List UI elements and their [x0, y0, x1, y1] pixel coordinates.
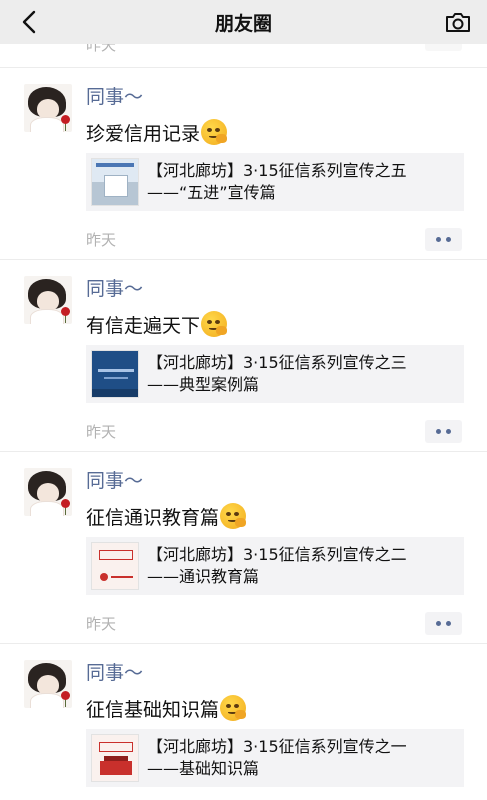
more-button[interactable] — [425, 228, 462, 251]
more-button[interactable] — [425, 44, 462, 51]
post-text-body: 有信走遍天下 — [86, 315, 201, 337]
link-title: 【河北廊坊】3·15征信系列宣传之五 ——“五进”宣传篇 — [147, 160, 457, 204]
author-name[interactable]: 同事～ — [86, 469, 143, 493]
shared-link-card[interactable]: 【河北廊坊】3·15征信系列宣传之二 ——通识教育篇 — [86, 537, 464, 595]
link-title-line-2: ——“五进”宣传篇 — [147, 183, 276, 202]
avatar[interactable] — [24, 468, 72, 516]
link-title-line-1: 【河北廊坊】3·15征信系列宣传之三 — [147, 353, 407, 372]
more-dot-icon — [446, 621, 451, 626]
link-thumbnail — [91, 734, 139, 782]
more-dot-icon — [436, 621, 441, 626]
avatar[interactable] — [24, 660, 72, 708]
author-name[interactable]: 同事～ — [86, 85, 143, 109]
author-name[interactable]: 同事～ — [86, 277, 143, 301]
link-title-line-1: 【河北廊坊】3·15征信系列宣传之五 — [147, 161, 407, 180]
link-title-line-2: ——基础知识篇 — [147, 759, 260, 778]
shared-link-card[interactable]: 【河北廊坊】3·15征信系列宣传之三 ——典型案例篇 — [86, 345, 464, 403]
post-timestamp: 昨天 — [86, 615, 117, 633]
post-text-body: 征信通识教育篇 — [86, 507, 220, 529]
more-button[interactable] — [425, 420, 462, 443]
link-thumbnail — [91, 542, 139, 590]
post-timestamp: 昨天 — [86, 231, 117, 249]
link-title: 【河北廊坊】3·15征信系列宣传之二 ——通识教育篇 — [147, 544, 457, 588]
avatar[interactable] — [24, 84, 72, 132]
post-text-body: 征信基础知识篇 — [86, 699, 220, 721]
post-text: 珍爱信用记录 — [86, 119, 228, 147]
avatar[interactable] — [24, 276, 72, 324]
moment-post: 同事～ 征信基础知识篇 【河北廊坊】3·15征信系列宣传之一 ——基础知识篇 昨… — [0, 645, 487, 800]
moment-post: 同事～ 珍爱信用记录 【河北廊坊】3·15征信系列宣传之五 ——“五进”宣传篇 … — [0, 69, 487, 260]
chevron-left-icon[interactable] — [18, 9, 44, 35]
top-nav-bar: 朋友圈 — [0, 0, 487, 44]
moment-post: 同事～ 有信走遍天下 【河北廊坊】3·15征信系列宣传之三 ——典型案例篇 昨天 — [0, 261, 487, 452]
link-title: 【河北廊坊】3·15征信系列宣传之三 ——典型案例篇 — [147, 352, 457, 396]
link-thumbnail — [91, 158, 139, 206]
more-dot-icon — [446, 237, 451, 242]
moment-post: 同事～ 征信通识教育篇 【河北廊坊】3·15征信系列宣传之二 ——通识教育篇 昨… — [0, 453, 487, 644]
link-title-line-1: 【河北廊坊】3·15征信系列宣传之一 — [147, 737, 407, 756]
page-title: 朋友圈 — [214, 12, 272, 35]
link-title: 【河北廊坊】3·15征信系列宣传之一 ——基础知识篇 — [147, 736, 457, 780]
more-dot-icon — [436, 237, 441, 242]
shared-link-card[interactable]: 【河北廊坊】3·15征信系列宣传之一 ——基础知识篇 — [86, 729, 464, 787]
thinking-face-emoji-icon — [220, 695, 247, 721]
thinking-face-emoji-icon — [220, 503, 247, 529]
shared-link-card[interactable]: 【河北廊坊】3·15征信系列宣传之五 ——“五进”宣传篇 — [86, 153, 464, 211]
post-timestamp: 昨天 — [86, 44, 117, 54]
thinking-face-emoji-icon — [201, 311, 228, 337]
camera-icon[interactable] — [444, 9, 472, 35]
link-title-line-2: ——典型案例篇 — [147, 375, 260, 394]
previous-post-footer: 昨天 — [0, 44, 487, 68]
more-dot-icon — [436, 429, 441, 434]
author-name[interactable]: 同事～ — [86, 661, 143, 685]
link-thumbnail — [91, 350, 139, 398]
post-timestamp: 昨天 — [86, 423, 117, 441]
link-title-line-1: 【河北廊坊】3·15征信系列宣传之二 — [147, 545, 407, 564]
more-dot-icon — [446, 429, 451, 434]
more-button[interactable] — [425, 612, 462, 635]
post-text-body: 珍爱信用记录 — [86, 123, 201, 145]
link-title-line-2: ——通识教育篇 — [147, 567, 260, 586]
post-text: 征信通识教育篇 — [86, 503, 247, 531]
post-text: 征信基础知识篇 — [86, 695, 247, 723]
post-text: 有信走遍天下 — [86, 311, 228, 339]
thinking-face-emoji-icon — [201, 119, 228, 145]
